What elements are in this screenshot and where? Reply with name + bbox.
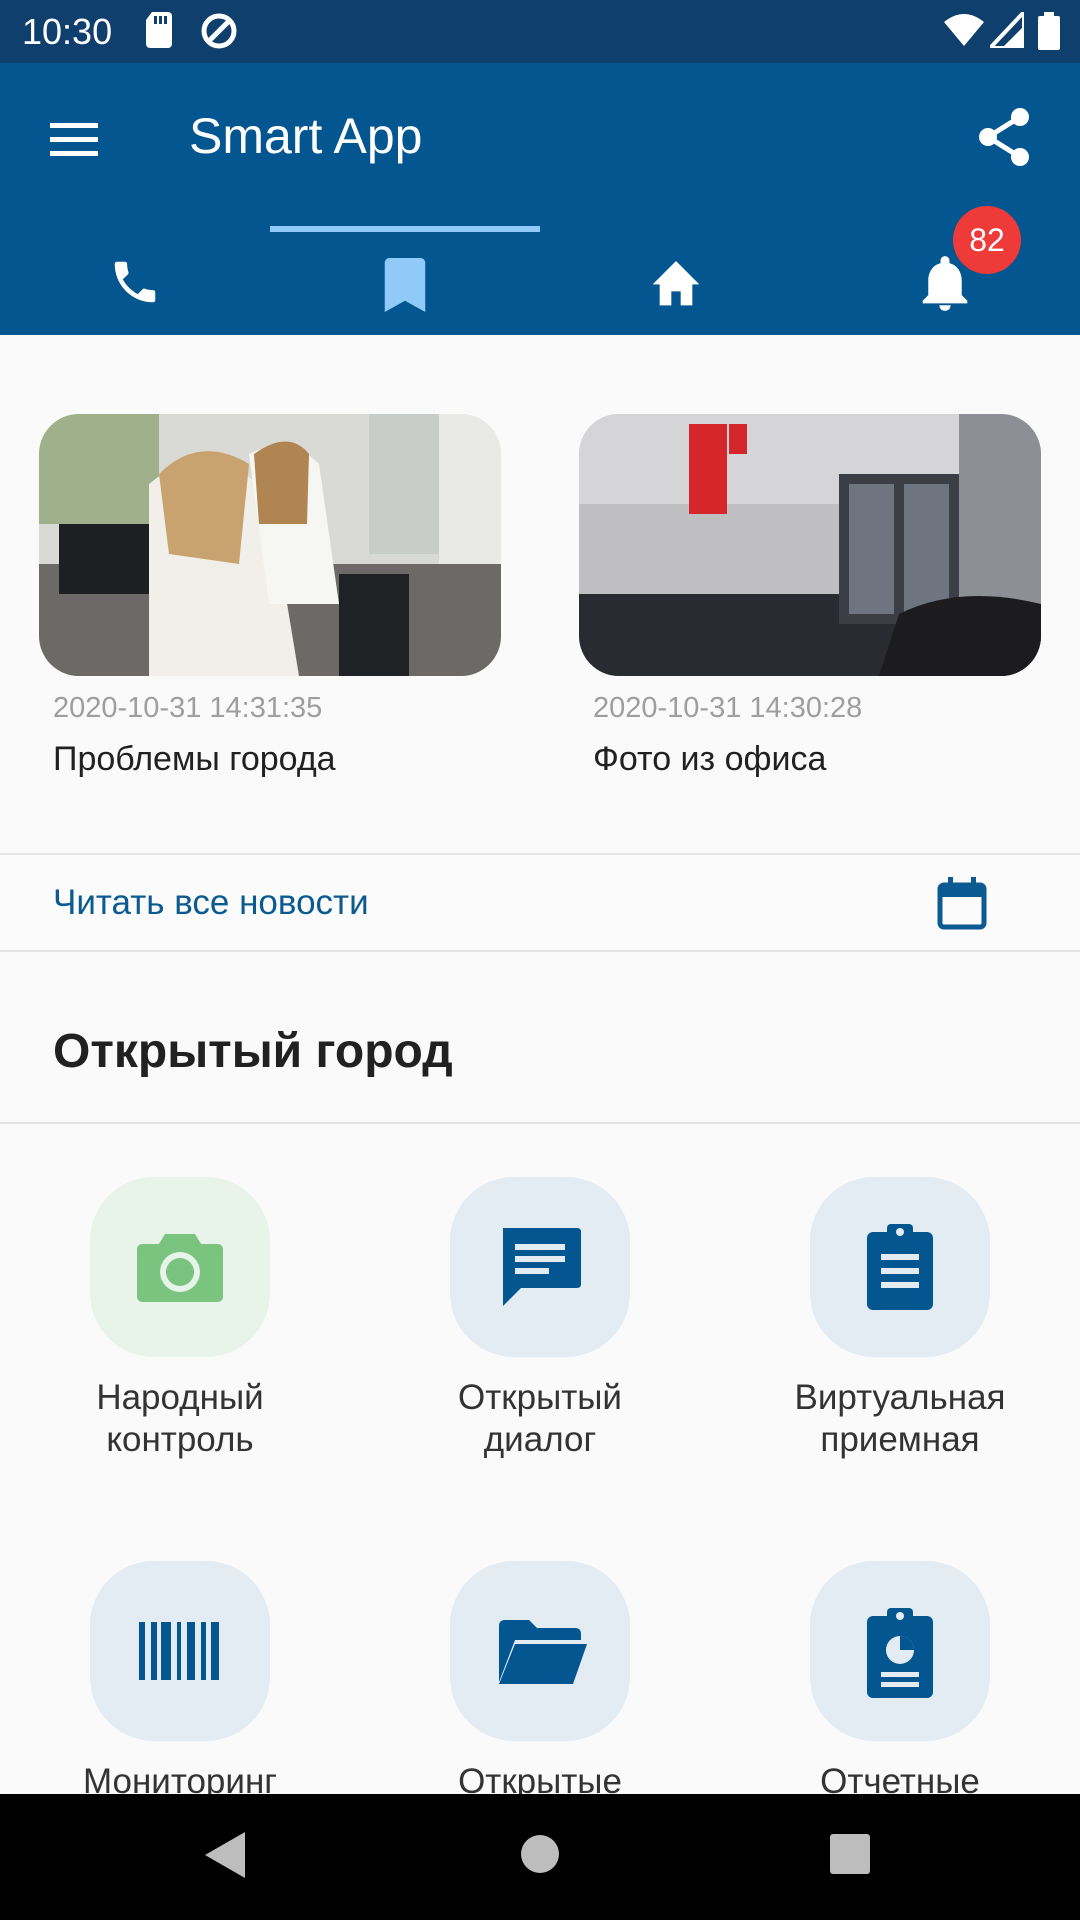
- recents-icon[interactable]: [830, 1834, 870, 1874]
- service-icon-bg: [90, 1561, 270, 1741]
- news-card[interactable]: 2020-10-31 14:30:28 Фото из офиса: [579, 414, 1041, 778]
- section-title: Открытый город: [53, 1025, 453, 1078]
- service-icon-bg: [810, 1177, 990, 1357]
- app-bar: Smart App: [0, 63, 1080, 335]
- tab-bookmark[interactable]: [270, 229, 540, 335]
- news-title: Фото из офиса: [593, 740, 827, 778]
- home-circle-icon[interactable]: [520, 1834, 560, 1874]
- home-icon: [652, 261, 700, 306]
- calendar-button[interactable]: [936, 877, 988, 931]
- share-icon: [979, 108, 1029, 166]
- service-label: Виртуальная приемная: [794, 1378, 1006, 1459]
- service-icon-bg: [450, 1177, 630, 1357]
- sync-icon: [200, 12, 238, 55]
- menu-button[interactable]: [44, 109, 104, 169]
- wifi-icon: [944, 12, 984, 53]
- clipboard-icon: [867, 1224, 933, 1310]
- status-bar: 10:30: [0, 0, 1080, 63]
- bookmark-icon: [384, 258, 426, 312]
- message-icon: [503, 1228, 581, 1306]
- service-icon-bg: [810, 1561, 990, 1741]
- camera-icon: [137, 1234, 223, 1302]
- news-image: [39, 414, 501, 676]
- signal-icon: [985, 6, 1026, 53]
- tab-indicator: [270, 226, 540, 232]
- tab-home[interactable]: [540, 229, 810, 335]
- report-icon: [867, 1608, 933, 1698]
- tab-notifications[interactable]: [810, 229, 1080, 335]
- status-time: 10:30: [22, 11, 113, 52]
- service-label: Открытый диалог: [458, 1378, 622, 1459]
- app-title: Smart App: [189, 108, 423, 164]
- phone-icon: [114, 261, 156, 303]
- share-button[interactable]: [976, 107, 1032, 167]
- news-title: Проблемы города: [53, 740, 336, 778]
- service-label: Народный контроль: [96, 1378, 264, 1459]
- tab-phone[interactable]: [0, 229, 270, 335]
- divider: [0, 1122, 1080, 1124]
- news-date: 2020-10-31 14:30:28: [593, 692, 863, 724]
- service-icon-bg: [450, 1561, 630, 1741]
- menu-icon: [50, 123, 98, 156]
- calendar-icon: [937, 877, 987, 930]
- read-all-news-row[interactable]: Читать все новости: [0, 855, 1080, 951]
- navigation-bar: [0, 1794, 1080, 1920]
- news-card[interactable]: 2020-10-31 14:31:35 Проблемы города: [39, 414, 501, 778]
- tab-bar: [0, 229, 1080, 335]
- service-icon-bg: [90, 1177, 270, 1357]
- folder-icon: [499, 1620, 587, 1684]
- barcode-icon: [139, 1622, 219, 1680]
- back-icon[interactable]: [205, 1832, 245, 1878]
- battery-icon: [1038, 12, 1060, 55]
- notification-badge: 82: [953, 206, 1021, 274]
- divider: [0, 950, 1080, 952]
- read-all-news-link[interactable]: Читать все новости: [53, 883, 369, 923]
- sd-card-icon: [146, 12, 174, 53]
- news-image: [579, 414, 1041, 676]
- news-date: 2020-10-31 14:31:35: [53, 692, 323, 724]
